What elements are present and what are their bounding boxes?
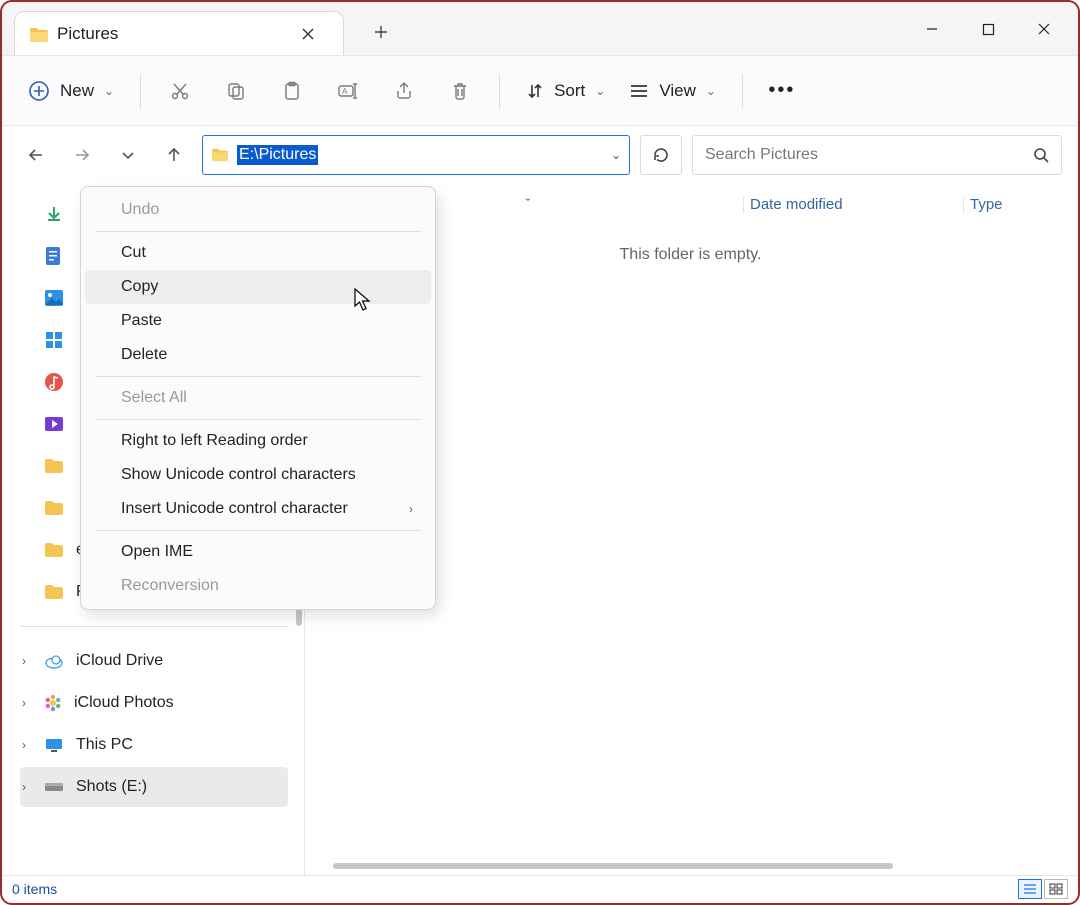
back-button[interactable] (18, 137, 54, 173)
video-icon (44, 416, 64, 432)
plus-circle-icon (28, 80, 50, 102)
toolbar: New ⌄ A Sort ⌄ View ⌄ ••• (2, 56, 1078, 126)
paste-button[interactable] (271, 71, 313, 111)
sidebar-item-icloud-drive[interactable]: › iCloud Drive (20, 641, 288, 681)
status-bar: 0 items (4, 875, 1076, 901)
address-bar[interactable]: E:\Pictures ⌄ (202, 135, 630, 175)
ctx-cut[interactable]: Cut (85, 236, 431, 270)
ctx-undo: Undo (85, 193, 431, 227)
sidebar-item-icloud-photos[interactable]: › iCloud Photos (20, 683, 288, 723)
refresh-button[interactable] (640, 135, 682, 175)
apps-icon (44, 330, 64, 350)
folder-icon (29, 27, 47, 41)
search-icon (1033, 147, 1049, 163)
chevron-right-icon[interactable]: › (22, 780, 26, 794)
ctx-rtl[interactable]: Right to left Reading order (85, 424, 431, 458)
address-bar-row: E:\Pictures ⌄ Search Pictures (2, 126, 1078, 184)
picture-icon (44, 289, 64, 307)
item-count: 0 items (12, 881, 57, 897)
folder-icon (44, 584, 64, 600)
sort-button[interactable]: Sort ⌄ (518, 71, 613, 111)
ctx-reconversion: Reconversion (85, 569, 431, 603)
music-icon (44, 372, 64, 392)
disk-icon (44, 780, 64, 794)
document-icon (44, 246, 62, 266)
sidebar-item-shots-e[interactable]: › Shots (E:) (20, 767, 288, 807)
delete-button[interactable] (439, 71, 481, 111)
folder-icon (211, 148, 229, 162)
content-scrollbar[interactable] (333, 863, 1046, 871)
download-icon (44, 204, 64, 224)
minimize-button[interactable] (904, 9, 960, 49)
view-label: View (659, 81, 696, 101)
close-button[interactable] (1016, 9, 1072, 49)
new-tab-button[interactable] (362, 13, 400, 51)
pc-icon (44, 737, 64, 753)
sidebar-item-label: iCloud Photos (74, 694, 174, 712)
tab-title: Pictures (57, 24, 279, 44)
chevron-right-icon: › (409, 502, 413, 516)
forward-button[interactable] (64, 137, 100, 173)
column-date-modified[interactable]: Date modified (743, 196, 943, 213)
ctx-select-all: Select All (85, 381, 431, 415)
photos-icon (44, 694, 62, 712)
context-menu: Undo Cut Copy Paste Delete Select All Ri… (80, 186, 436, 610)
tab-close-icon[interactable] (289, 15, 327, 53)
chevron-down-icon[interactable]: ⌄ (611, 148, 621, 162)
copy-icon (226, 81, 246, 101)
folder-icon (44, 542, 64, 558)
chevron-right-icon[interactable]: › (22, 696, 26, 710)
search-input[interactable]: Search Pictures (692, 135, 1062, 175)
sort-label: Sort (554, 81, 585, 101)
clipboard-icon (282, 81, 302, 101)
rename-button[interactable]: A (327, 71, 369, 111)
ctx-open-ime[interactable]: Open IME (85, 535, 431, 569)
recent-button[interactable] (110, 137, 146, 173)
share-button[interactable] (383, 71, 425, 111)
up-button[interactable] (156, 137, 192, 173)
svg-text:A: A (342, 87, 348, 96)
ctx-paste[interactable]: Paste (85, 304, 431, 338)
details-view-button[interactable] (1018, 879, 1042, 899)
titlebar: Pictures (2, 2, 1078, 56)
window-controls (904, 9, 1072, 49)
list-icon (629, 83, 649, 99)
chevron-right-icon[interactable]: › (22, 738, 26, 752)
search-placeholder: Search Pictures (705, 146, 818, 164)
rename-icon: A (337, 81, 359, 101)
sort-icon (526, 82, 544, 100)
ctx-copy[interactable]: Copy (85, 270, 431, 304)
chevron-down-icon: ⌄ (595, 84, 605, 98)
sidebar-item-this-pc[interactable]: › This PC (20, 725, 288, 765)
maximize-button[interactable] (960, 9, 1016, 49)
ctx-delete[interactable]: Delete (85, 338, 431, 372)
cut-button[interactable] (159, 71, 201, 111)
scissors-icon (170, 81, 190, 101)
trash-icon (450, 81, 470, 101)
ctx-show-unicode[interactable]: Show Unicode control characters (85, 458, 431, 492)
folder-icon (44, 458, 64, 474)
chevron-down-icon: ⌄ (104, 84, 114, 98)
new-label: New (60, 81, 94, 101)
column-type[interactable]: Type (963, 196, 1003, 213)
copy-button[interactable] (215, 71, 257, 111)
ctx-insert-unicode[interactable]: Insert Unicode control character› (85, 492, 431, 526)
sidebar-item-label: Shots (E:) (76, 778, 147, 796)
sidebar-item-label: This PC (76, 736, 133, 754)
more-button[interactable]: ••• (761, 71, 803, 111)
new-button[interactable]: New ⌄ (20, 71, 122, 111)
sidebar-item-label: iCloud Drive (76, 652, 163, 670)
tab-pictures[interactable]: Pictures (14, 11, 344, 55)
folder-icon (44, 500, 64, 516)
thumbnails-view-button[interactable] (1044, 879, 1068, 899)
share-icon (394, 81, 414, 101)
chevron-down-icon: ⌄ (706, 84, 716, 98)
sort-chevron-icon: ˇ (526, 196, 531, 213)
address-path: E:\Pictures (237, 145, 318, 165)
chevron-right-icon[interactable]: › (22, 654, 26, 668)
cloud-icon (44, 653, 64, 669)
file-explorer-window: Pictures New ⌄ A (0, 0, 1080, 905)
view-button[interactable]: View ⌄ (621, 71, 724, 111)
